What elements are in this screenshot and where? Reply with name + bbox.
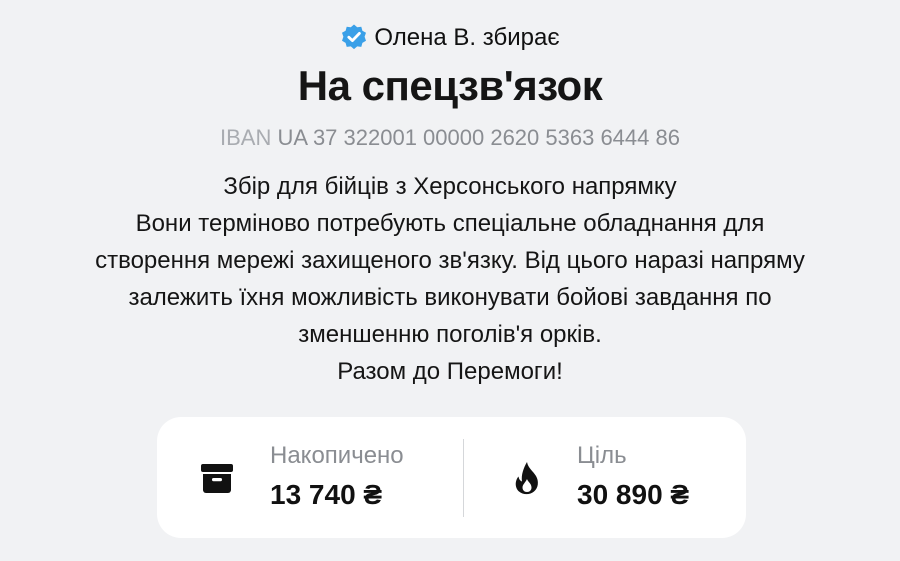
description-line: Разом до Перемоги! [337, 358, 563, 385]
description-line: зменшенню поголів'я орків. [298, 321, 602, 348]
description-line: Збір для бійців з Херсонського напрямку [223, 173, 677, 200]
archive-box-icon [201, 464, 233, 493]
goal-stat: Ціль 30 890 ₴ [464, 417, 746, 538]
collected-stat: Накопичено 13 740 ₴ [157, 417, 463, 538]
description-line: створення мережі захищеного зв'язку. Від… [95, 247, 805, 274]
jar-description: Збір для бійців з Херсонського напрямку … [20, 168, 880, 390]
description-line: Вони терміново потребують спеціальне обл… [135, 210, 765, 237]
stats-card: Накопичено 13 740 ₴ Ціль 30 890 ₴ [157, 417, 746, 538]
iban[interactable]: IBAN UA 37 322001 00000 2620 5363 6444 8… [0, 122, 900, 154]
collected-label: Накопичено [270, 442, 404, 469]
verified-badge-icon [342, 24, 367, 50]
goal-value: 30 890 ₴ [577, 479, 690, 510]
iban-label: IBAN [220, 125, 272, 150]
flame-icon [515, 462, 538, 495]
owner-label: Олена В. збирає [374, 24, 560, 51]
collected-value: 13 740 ₴ [270, 479, 383, 510]
description-line: залежить їхня можливість виконувати бойо… [128, 284, 772, 311]
jar-title: На спецзв'язок [297, 62, 603, 109]
jar-owner: Олена В. збирає [0, 22, 900, 54]
iban-value[interactable]: UA 37 322001 00000 2620 5363 6444 86 [277, 125, 680, 150]
goal-label: Ціль [577, 442, 627, 469]
